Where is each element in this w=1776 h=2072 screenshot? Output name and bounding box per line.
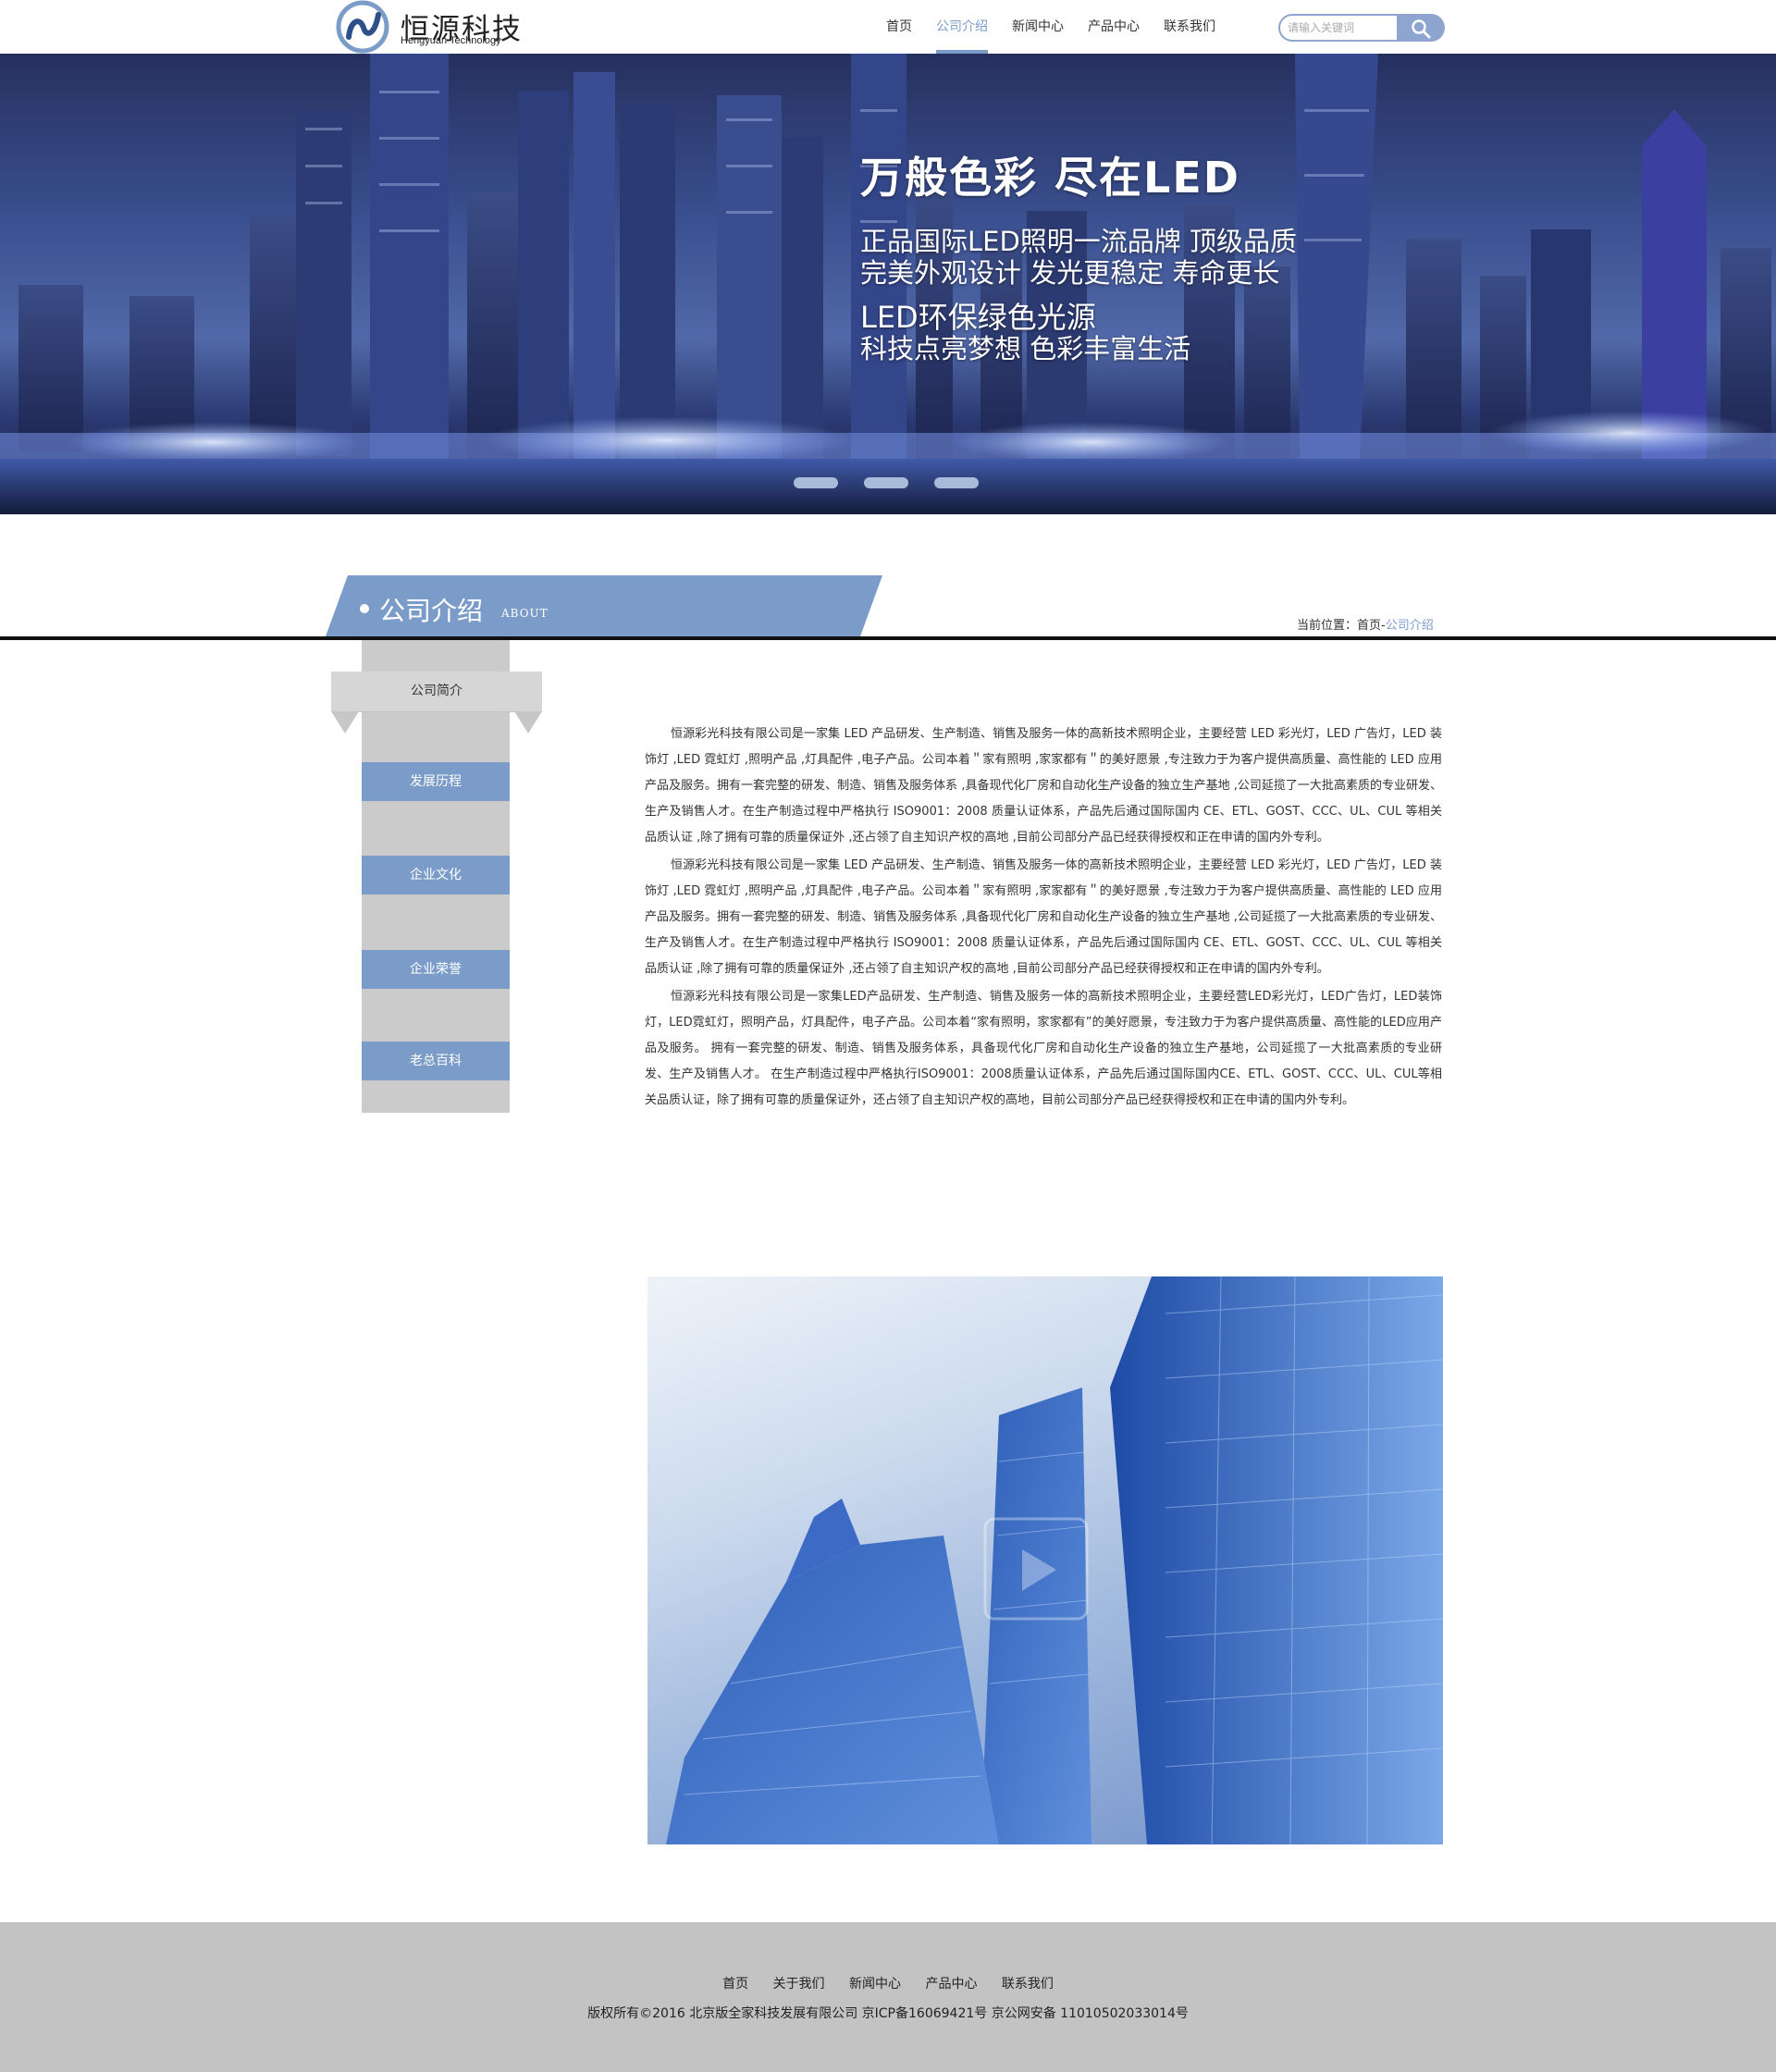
office-building-image: [648, 1276, 1443, 1844]
breadcrumb-prefix: 当前位置：: [1297, 619, 1358, 633]
copyright-text: 版权所有©2016 北京版全家科技发展有限公司 京ICP备16069421号 京…: [587, 2006, 1189, 2021]
banner-line: 科技点亮梦想 色彩丰富生活: [860, 333, 1191, 364]
search-box: [1278, 14, 1445, 42]
section-title: 公司介绍: [379, 596, 484, 626]
site-footer: 首页 关于我们 新闻中心 产品中心 联系我们 版权所有©2016 北京版全家科技…: [0, 1922, 1776, 2072]
nav-contact[interactable]: 联系我们: [1152, 0, 1227, 54]
banner-text: 万般色彩 尽在LED 正品国际LED照明一流品牌 顶级品质 完美外观设计 发光更…: [860, 144, 1297, 364]
slider-pagination: [794, 477, 1005, 488]
sidebar-item-ceo-profile[interactable]: 老总百科: [362, 1042, 510, 1080]
slider-dot[interactable]: [934, 477, 979, 488]
sidebar-item-honors[interactable]: 企业荣誉: [362, 950, 510, 989]
footer-nav: 首页 关于我们 新闻中心 产品中心 联系我们: [0, 1974, 1776, 1992]
footer-link-about[interactable]: 关于我们: [773, 1974, 825, 1992]
nav-about[interactable]: 公司介绍: [924, 0, 1000, 54]
banner-line: 正品国际LED照明一流品牌 顶级品质: [860, 226, 1298, 257]
nav-home[interactable]: 首页: [874, 0, 924, 54]
sidebar-item-history[interactable]: 发展历程: [362, 762, 510, 801]
section-divider: [0, 636, 1776, 640]
footer-link-products[interactable]: 产品中心: [925, 1974, 977, 1992]
hero-banner: 万般色彩 尽在LED 正品国际LED照明一流品牌 顶级品质 完美外观设计 发光更…: [0, 54, 1776, 514]
article-body: 恒源彩光科技有限公司是一家集 LED 产品研发、生产制造、销售及服务一体的高新技…: [645, 722, 1442, 1116]
ribbon-fold: [331, 711, 359, 734]
logo-name-en: Hengyuan Technology: [401, 35, 501, 46]
footer-link-home[interactable]: 首页: [722, 1974, 748, 1992]
ribbon-fold: [514, 711, 542, 734]
banner-line: 完美外观设计 发光更稳定 寿命更长: [860, 257, 1280, 289]
footer-link-news[interactable]: 新闻中心: [849, 1974, 901, 1992]
logo[interactable]: 恒源科技 Hengyuan Technology: [336, 0, 530, 54]
bullet-icon: [360, 604, 369, 613]
banner-line: LED环保绿色光源: [860, 300, 1096, 335]
article-paragraph: 恒源彩光科技有限公司是一家集LED产品研发、生产制造、销售及服务一体的高新技术照…: [645, 990, 1442, 1107]
search-button[interactable]: [1397, 14, 1445, 42]
main-nav: 首页 公司介绍 新闻中心 产品中心 联系我们: [874, 0, 1227, 54]
slider-dot[interactable]: [794, 477, 838, 488]
section-subtitle: ABOUT: [501, 607, 549, 620]
logo-icon: [336, 0, 389, 54]
search-icon: [1412, 19, 1431, 39]
slider-dot[interactable]: [864, 477, 908, 488]
breadcrumb-current[interactable]: 公司介绍: [1386, 619, 1434, 633]
footer-link-contact[interactable]: 联系我们: [1002, 1974, 1054, 1992]
banner-title: 万般色彩 尽在LED: [860, 153, 1240, 203]
breadcrumb: 当前位置：首页-公司介绍: [1297, 615, 1434, 633]
sidebar-item-profile[interactable]: 公司简介: [331, 672, 542, 711]
nav-news[interactable]: 新闻中心: [1000, 0, 1076, 54]
article-paragraph: 恒源彩光科技有限公司是一家集 LED 产品研发、生产制造、销售及服务一体的高新技…: [645, 858, 1442, 976]
sidebar-item-culture[interactable]: 企业文化: [362, 856, 510, 894]
nav-products[interactable]: 产品中心: [1076, 0, 1152, 54]
section-header: 公司介绍 ABOUT: [326, 575, 882, 636]
search-input[interactable]: [1278, 14, 1397, 42]
breadcrumb-home[interactable]: 首页: [1357, 619, 1381, 633]
article-paragraph: 恒源彩光科技有限公司是一家集 LED 产品研发、生产制造、销售及服务一体的高新技…: [645, 727, 1442, 845]
site-header: 恒源科技 Hengyuan Technology 首页 公司介绍 新闻中心 产品…: [0, 0, 1776, 54]
